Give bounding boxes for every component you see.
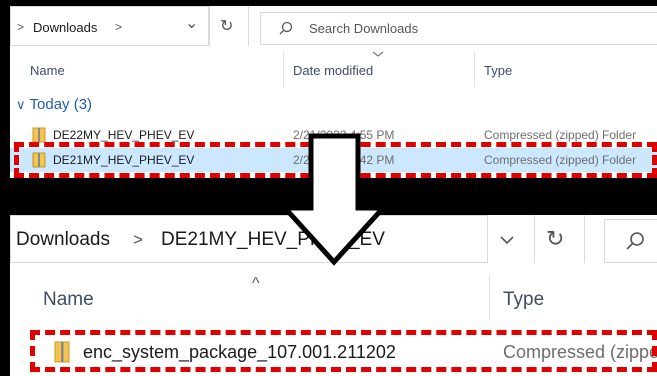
file-row[interactable]: DE22MY_HEV_PHEV_EV 2/21/2022 4:55 PM Com…: [10, 123, 657, 147]
address-bar[interactable]: > Downloads > ⌄: [10, 6, 209, 46]
group-collapse-chevron-icon[interactable]: ∨: [16, 97, 26, 113]
file-type: Compressed (zipped) Folder: [484, 128, 637, 142]
file-name: DE22MY_HEV_PHEV_EV: [53, 128, 195, 142]
search-icon: [626, 232, 644, 250]
breadcrumb-root-chevron-icon[interactable]: >: [17, 7, 24, 47]
column-header-name[interactable]: Name: [43, 289, 94, 311]
address-subfolder-label[interactable]: DE21MY_HEV_PHEV_EV: [161, 216, 385, 264]
address-folder-label[interactable]: Downloads: [33, 7, 97, 47]
refresh-icon[interactable]: ↻: [220, 6, 233, 46]
file-row[interactable]: enc_system_package_107.001.211202 Compre…: [10, 335, 657, 369]
column-header-date-modified[interactable]: Date modified: [293, 63, 373, 78]
file-date: 2/21/2022 4:55 PM: [293, 128, 395, 142]
bottom-explorer-window: Downloads > DE21MY_HEV_PHEV_EV ↻ ^ Name …: [10, 215, 657, 376]
address-folder-label[interactable]: Downloads: [16, 216, 110, 264]
file-type: Compressed (zipped): [503, 341, 657, 362]
zip-folder-icon: [32, 148, 46, 172]
sort-caret-icon: ^: [252, 275, 260, 292]
column-header-name[interactable]: Name: [30, 63, 65, 78]
column-header-type[interactable]: Type: [484, 63, 512, 78]
address-bar[interactable]: Downloads > DE21MY_HEV_PHEV_EV: [10, 215, 488, 263]
address-dropdown-icon[interactable]: [499, 235, 515, 245]
sort-chevron-icon: [372, 51, 384, 57]
search-box[interactable]: Search Downloads: [260, 12, 657, 45]
file-name: DE21MY_HEV_PHEV_EV: [53, 153, 195, 167]
address-dropdown-icon[interactable]: ⌄: [185, 6, 198, 43]
address-chevron-icon[interactable]: >: [115, 7, 122, 47]
group-header-today[interactable]: ∨ Today (3): [16, 96, 92, 113]
refresh-icon[interactable]: ↻: [546, 215, 564, 263]
zip-folder-icon: [54, 335, 70, 369]
file-name: enc_system_package_107.001.211202: [83, 341, 396, 362]
search-box[interactable]: [604, 219, 657, 263]
file-type: Compressed (zipped) Folder: [484, 153, 637, 167]
address-chevron-icon[interactable]: >: [133, 216, 143, 264]
top-explorer-window: > Downloads > ⌄ ↻ Search Downloads Name …: [10, 6, 657, 178]
file-row-selected[interactable]: DE21MY_HEV_PHEV_EV 2/21/2022 4:42 PM Com…: [10, 148, 657, 172]
group-label: Today (3): [29, 96, 93, 113]
file-date: 2/21/2022 4:42 PM: [293, 153, 395, 167]
zip-folder-icon: [32, 123, 46, 147]
column-header-type[interactable]: Type: [503, 289, 544, 311]
search-icon: [279, 21, 293, 35]
search-placeholder: Search Downloads: [309, 21, 419, 36]
